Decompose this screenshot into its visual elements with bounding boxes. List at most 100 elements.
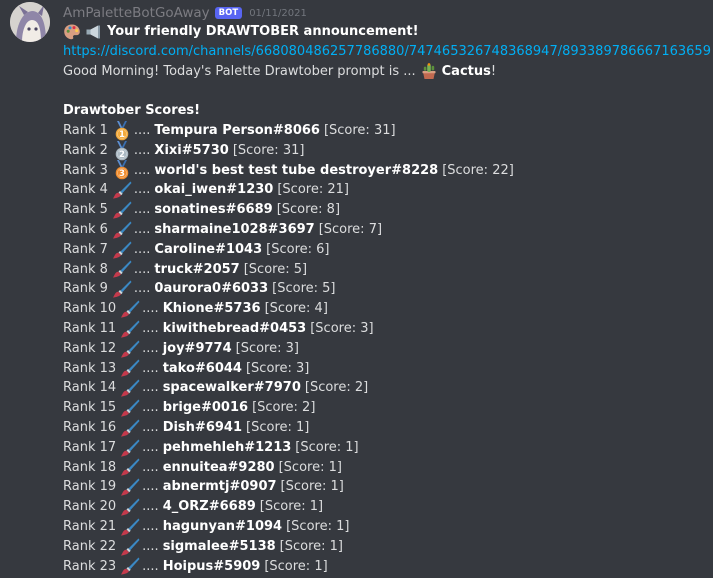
score-row: Rank 21.... hagunyan#1094 [Score: 1]: [63, 517, 707, 537]
player-score: [Score: 1]: [286, 518, 350, 534]
rank-label: Rank 1: [63, 122, 108, 138]
score-row: Rank 14.... spacewalker#7970 [Score: 2]: [63, 378, 707, 398]
rank-label: Rank 2: [63, 142, 108, 158]
rank-dots: ....: [142, 320, 159, 336]
player-name: spacewalker#7970: [162, 380, 301, 396]
username[interactable]: AmPaletteBotGoAway: [63, 5, 210, 21]
player-name: Khione#5736: [162, 301, 261, 317]
score-row: Rank 8.... truck#2057 [Score: 5]: [63, 260, 707, 280]
paintbrush-icon: [121, 478, 140, 496]
player-score: [Score: 1]: [295, 439, 359, 455]
rank-label: Rank 12: [63, 340, 117, 356]
player-name: Dish#6941: [162, 419, 243, 435]
player-name: joy#9774: [162, 340, 232, 356]
player-name: brige#0016: [162, 400, 249, 416]
score-row: Rank 22.... sigmalee#5138 [Score: 1]: [63, 537, 707, 557]
rank-label: Rank 7: [63, 241, 108, 257]
paintbrush-icon: [112, 181, 132, 199]
player-name: 0aurora0#6033: [154, 281, 269, 297]
message-header: AmPaletteBotGoAway BOT 01/11/2021: [63, 4, 707, 22]
rank-dots: ....: [142, 459, 159, 475]
timestamp: 01/11/2021: [249, 7, 307, 19]
player-name: Xixi#5730: [154, 142, 229, 158]
player-score: [Score: 31]: [232, 142, 305, 158]
avatar[interactable]: [10, 2, 50, 42]
announcement-line: Your friendly DRAWTOBER announcement!: [63, 22, 707, 42]
rank-label: Rank 22: [63, 538, 117, 554]
greeting-suffix: !: [490, 63, 497, 79]
player-score: [Score: 1]: [246, 419, 310, 435]
score-row: Rank 9.... 0aurora0#6033 [Score: 5]: [63, 279, 707, 299]
paintbrush-icon: [121, 340, 140, 358]
paintbrush-icon: [121, 538, 140, 556]
medal-number: 2: [119, 150, 125, 160]
player-name: sigmalee#5138: [162, 538, 276, 554]
rank-label: Rank 14: [63, 380, 117, 396]
rank-label: Rank 15: [63, 400, 117, 416]
rank-label: Rank 3: [63, 162, 108, 178]
player-name: truck#2057: [154, 261, 240, 277]
rank-dots: ....: [133, 162, 151, 178]
player-name: world's best test tube destroyer#8228: [154, 162, 439, 178]
rank-dots: ....: [142, 380, 159, 396]
rank-label: Rank 20: [63, 499, 117, 515]
paintbrush-icon: [112, 241, 132, 259]
rank-label: Rank 6: [63, 221, 108, 237]
rank-dots: ....: [142, 301, 159, 317]
medal-3-icon: 3: [115, 160, 129, 180]
paintbrush-icon: [121, 359, 140, 378]
prompt-word: Cactus: [441, 63, 491, 79]
rank-dots: ....: [142, 419, 159, 435]
player-score: [Score: 1]: [278, 459, 342, 475]
score-list: Rank 1 1.... Tempura Person#8066 [Score: 31…: [63, 120, 707, 577]
greeting-text: Good Morning! Today's Palette Drawtober …: [63, 63, 416, 79]
score-row: Rank 3 3.... world's best test tube destro…: [63, 160, 707, 181]
player-score: [Score: 6]: [266, 241, 330, 257]
message-link[interactable]: https://discord.com/channels/66808048625…: [63, 42, 711, 62]
rank-label: Rank 21: [63, 518, 117, 534]
rank-dots: ....: [142, 400, 159, 416]
rank-label: Rank 11: [63, 320, 117, 336]
player-name: pehmehleh#1213: [162, 439, 292, 455]
rank-dots: ....: [133, 261, 151, 277]
paintbrush-icon: [121, 557, 140, 576]
score-row: Rank 23.... Hoipus#5909 [Score: 1]: [63, 557, 707, 577]
paintbrush-icon: [121, 399, 140, 417]
score-row: Rank 13.... tako#6044 [Score: 3]: [63, 359, 707, 379]
rank-label: Rank 8: [63, 261, 108, 277]
medal-number: 1: [119, 130, 125, 140]
rank-dots: ....: [142, 538, 159, 554]
link-line: https://discord.com/channels/66808048625…: [63, 42, 711, 62]
rank-dots: ....: [142, 340, 159, 356]
cactus-icon: [422, 63, 436, 80]
player-score: [Score: 1]: [264, 558, 328, 574]
scores-heading: Drawtober Scores!: [63, 103, 201, 119]
paintbrush-icon: [121, 439, 140, 457]
rank-label: Rank 4: [63, 182, 108, 198]
announcement-title: Your friendly DRAWTOBER announcement!: [107, 24, 419, 39]
rank-label: Rank 9: [63, 281, 108, 297]
paintbrush-icon: [121, 458, 140, 477]
player-name: ennuitea#9280: [162, 459, 275, 475]
rank-dots: ....: [133, 221, 151, 237]
score-row: Rank 5.... sonatines#6689 [Score: 8]: [63, 200, 707, 220]
rank-dots: ....: [133, 182, 151, 198]
paintbrush-icon: [112, 221, 132, 239]
player-name: okai_iwen#1230: [154, 182, 274, 198]
score-row: Rank 15.... brige#0016 [Score: 2]: [63, 398, 707, 418]
paintbrush-icon: [121, 518, 140, 536]
rank-dots: ....: [142, 479, 159, 495]
score-row: Rank 6.... sharmaine1028#3697 [Score: 7]: [63, 220, 707, 240]
player-name: kiwithebread#0453: [162, 320, 307, 336]
rank-label: Rank 19: [63, 479, 117, 495]
player-name: tako#6044: [162, 360, 242, 376]
player-score: [Score: 3]: [245, 360, 310, 376]
rank-dots: ....: [133, 241, 151, 257]
rank-label: Rank 23: [63, 558, 117, 574]
rank-label: Rank 16: [63, 419, 117, 435]
rank-dots: ....: [142, 360, 159, 376]
player-score: [Score: 8]: [276, 202, 341, 218]
rank-dots: ....: [133, 122, 151, 138]
player-name: sonatines#6689: [154, 202, 273, 218]
